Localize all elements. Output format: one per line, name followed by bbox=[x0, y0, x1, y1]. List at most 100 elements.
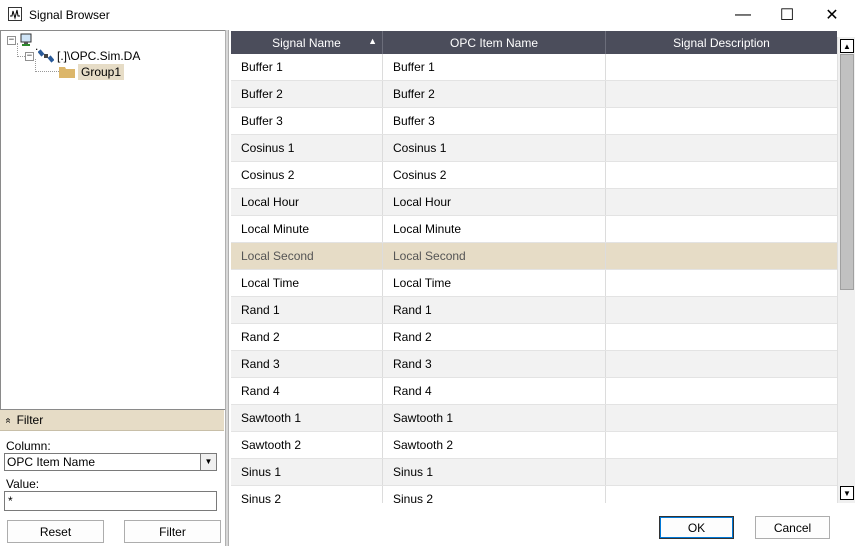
signal-description-cell[interactable] bbox=[606, 324, 837, 350]
ok-button[interactable]: OK bbox=[659, 516, 734, 539]
table-row[interactable]: Rand 3 Rand 3 bbox=[231, 351, 837, 378]
cancel-button[interactable]: Cancel bbox=[755, 516, 830, 539]
signal-description-cell[interactable] bbox=[606, 108, 837, 134]
signal-description-cell[interactable] bbox=[606, 162, 837, 188]
column-header-opc-item-name[interactable]: OPC Item Name bbox=[383, 31, 606, 54]
sort-ascending-icon: ▲ bbox=[368, 36, 377, 46]
opc-item-name-cell[interactable]: Rand 4 bbox=[383, 378, 606, 404]
signal-description-cell[interactable] bbox=[606, 243, 837, 269]
maximize-button[interactable]: ☐ bbox=[764, 0, 810, 30]
signal-grid[interactable]: Signal Name ▲ OPC Item Name Signal Descr… bbox=[231, 31, 837, 503]
column-label: Column: bbox=[6, 439, 51, 453]
reset-button[interactable]: Reset bbox=[7, 520, 104, 543]
opc-item-name-cell[interactable]: Local Minute bbox=[383, 216, 606, 242]
signal-name-cell[interactable]: Rand 1 bbox=[231, 297, 383, 323]
minimize-button[interactable]: — bbox=[720, 0, 766, 30]
table-row[interactable]: Local Minute Local Minute bbox=[231, 216, 837, 243]
table-row[interactable]: Rand 1 Rand 1 bbox=[231, 297, 837, 324]
signal-description-cell[interactable] bbox=[606, 297, 837, 323]
opc-item-name-cell[interactable]: Rand 1 bbox=[383, 297, 606, 323]
signal-description-cell[interactable] bbox=[606, 432, 837, 458]
opc-item-name-cell[interactable]: Local Hour bbox=[383, 189, 606, 215]
scroll-down-icon[interactable]: ▼ bbox=[840, 486, 854, 500]
table-row[interactable]: Sawtooth 1 Sawtooth 1 bbox=[231, 405, 837, 432]
signal-description-cell[interactable] bbox=[606, 486, 837, 503]
table-row[interactable]: Sawtooth 2 Sawtooth 2 bbox=[231, 432, 837, 459]
column-header-signal-name[interactable]: Signal Name ▲ bbox=[231, 31, 383, 54]
signal-name-cell[interactable]: Rand 3 bbox=[231, 351, 383, 377]
server-label: [.]\OPC.Sim.DA bbox=[57, 49, 141, 63]
signal-description-cell[interactable] bbox=[606, 189, 837, 215]
signal-description-cell[interactable] bbox=[606, 378, 837, 404]
opc-item-name-cell[interactable]: Sawtooth 1 bbox=[383, 405, 606, 431]
signal-name-cell[interactable]: Local Minute bbox=[231, 216, 383, 242]
signal-description-cell[interactable] bbox=[606, 81, 837, 107]
signal-description-cell[interactable] bbox=[606, 135, 837, 161]
tree-node-root[interactable]: − . bbox=[7, 33, 38, 53]
opc-item-name-cell[interactable]: Cosinus 1 bbox=[383, 135, 606, 161]
scroll-thumb[interactable] bbox=[840, 54, 854, 290]
table-row[interactable]: Buffer 1 Buffer 1 bbox=[231, 54, 837, 81]
signal-name-cell[interactable]: Cosinus 1 bbox=[231, 135, 383, 161]
signal-name-cell[interactable]: Sinus 1 bbox=[231, 459, 383, 485]
table-row[interactable]: Local Hour Local Hour bbox=[231, 189, 837, 216]
opc-item-name-cell[interactable]: Buffer 2 bbox=[383, 81, 606, 107]
signal-name-cell[interactable]: Rand 4 bbox=[231, 378, 383, 404]
table-row[interactable]: Sinus 1 Sinus 1 bbox=[231, 459, 837, 486]
tree-node-server[interactable]: − [.]\OPC.Sim.DA bbox=[25, 48, 140, 64]
filter-header[interactable]: « Filter bbox=[0, 410, 224, 431]
dropdown-arrow-icon[interactable]: ▼ bbox=[200, 454, 216, 470]
signal-name-cell[interactable]: Cosinus 2 bbox=[231, 162, 383, 188]
signal-description-cell[interactable] bbox=[606, 270, 837, 296]
table-row[interactable]: Buffer 2 Buffer 2 bbox=[231, 81, 837, 108]
opc-item-name-cell[interactable]: Buffer 1 bbox=[383, 54, 606, 80]
scroll-up-icon[interactable]: ▲ bbox=[840, 39, 854, 53]
opc-item-name-cell[interactable]: Rand 3 bbox=[383, 351, 606, 377]
signal-name-cell[interactable]: Local Time bbox=[231, 270, 383, 296]
signal-name-cell[interactable]: Rand 2 bbox=[231, 324, 383, 350]
signal-name-cell[interactable]: Buffer 1 bbox=[231, 54, 383, 80]
opc-item-name-cell[interactable]: Local Second bbox=[383, 243, 606, 269]
vertical-scrollbar[interactable]: ▲ ▼ bbox=[837, 37, 855, 503]
signal-description-cell[interactable] bbox=[606, 216, 837, 242]
server-expander[interactable]: − bbox=[25, 51, 34, 61]
signal-name-cell[interactable]: Buffer 2 bbox=[231, 81, 383, 107]
table-row[interactable]: Sinus 2 Sinus 2 bbox=[231, 486, 837, 503]
opc-item-name-cell[interactable]: Cosinus 2 bbox=[383, 162, 606, 188]
signal-name-cell[interactable]: Sawtooth 2 bbox=[231, 432, 383, 458]
signal-name-cell[interactable]: Sinus 2 bbox=[231, 486, 383, 503]
table-row[interactable]: Rand 4 Rand 4 bbox=[231, 378, 837, 405]
opc-item-name-cell[interactable]: Rand 2 bbox=[383, 324, 606, 350]
tree-node-group1[interactable]: Group1 bbox=[59, 64, 125, 80]
opc-item-name-cell[interactable]: Buffer 3 bbox=[383, 108, 606, 134]
signal-description-cell[interactable] bbox=[606, 405, 837, 431]
signal-description-cell[interactable] bbox=[606, 351, 837, 377]
column-select[interactable]: OPC Item Name ▼ bbox=[4, 453, 217, 471]
root-expander[interactable]: − bbox=[7, 35, 16, 45]
signal-name-cell[interactable]: Sawtooth 1 bbox=[231, 405, 383, 431]
grid-header: Signal Name ▲ OPC Item Name Signal Descr… bbox=[231, 31, 837, 54]
table-row[interactable]: Local Second Local Second bbox=[231, 243, 837, 270]
column-header-label: OPC Item Name bbox=[449, 35, 539, 50]
close-button[interactable]: ✕ bbox=[809, 0, 855, 30]
server-tree[interactable]: − . − [.]\OPC.Sim.DA Group1 bbox=[0, 30, 226, 410]
signal-description-cell[interactable] bbox=[606, 54, 837, 80]
signal-name-cell[interactable]: Local Hour bbox=[231, 189, 383, 215]
table-row[interactable]: Cosinus 1 Cosinus 1 bbox=[231, 135, 837, 162]
signal-name-cell[interactable]: Local Second bbox=[231, 243, 383, 269]
panel-splitter[interactable] bbox=[225, 30, 229, 546]
table-row[interactable]: Rand 2 Rand 2 bbox=[231, 324, 837, 351]
opc-item-name-cell[interactable]: Sinus 1 bbox=[383, 459, 606, 485]
opc-item-name-cell[interactable]: Sawtooth 2 bbox=[383, 432, 606, 458]
column-header-signal-description[interactable]: Signal Description bbox=[606, 31, 837, 54]
table-row[interactable]: Cosinus 2 Cosinus 2 bbox=[231, 162, 837, 189]
signal-description-cell[interactable] bbox=[606, 459, 837, 485]
value-input[interactable]: * bbox=[4, 491, 217, 511]
filter-button[interactable]: Filter bbox=[124, 520, 221, 543]
opc-item-name-cell[interactable]: Local Time bbox=[383, 270, 606, 296]
signal-name-cell[interactable]: Buffer 3 bbox=[231, 108, 383, 134]
table-row[interactable]: Local Time Local Time bbox=[231, 270, 837, 297]
computer-icon bbox=[19, 33, 33, 47]
table-row[interactable]: Buffer 3 Buffer 3 bbox=[231, 108, 837, 135]
opc-item-name-cell[interactable]: Sinus 2 bbox=[383, 486, 606, 503]
